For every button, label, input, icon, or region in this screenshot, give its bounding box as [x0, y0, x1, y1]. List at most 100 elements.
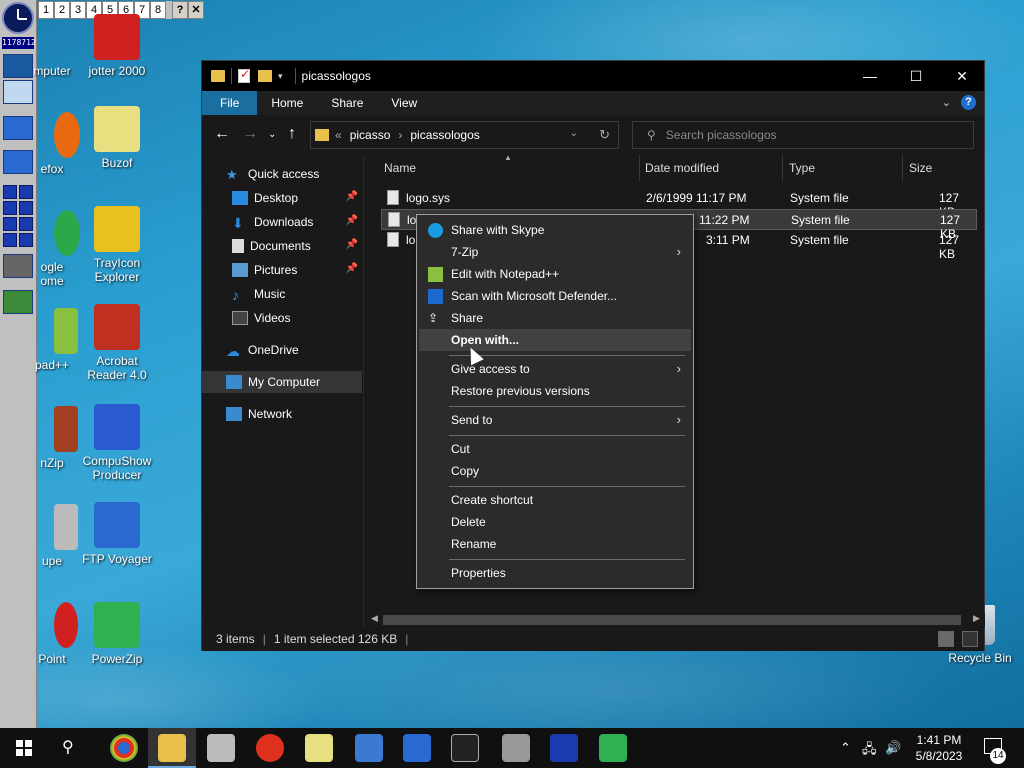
column-header-size[interactable]: Size: [903, 155, 983, 181]
column-header-date[interactable]: Date modified: [639, 155, 783, 181]
magnifier-taskbar-icon[interactable]: [207, 734, 235, 762]
breadcrumb-picasso[interactable]: picasso: [350, 128, 391, 142]
menu-item-share[interactable]: ⇪ Share: [419, 307, 691, 329]
menu-item-send-to[interactable]: Send to ›: [419, 409, 691, 431]
help-icon[interactable]: ?: [961, 95, 976, 110]
minimize-button[interactable]: —: [847, 61, 893, 91]
nav-my-computer[interactable]: My Computer: [202, 371, 362, 393]
menu-item-copy[interactable]: Copy: [419, 460, 691, 482]
nav-desktop[interactable]: Desktop 📌: [232, 187, 362, 209]
search-input[interactable]: [665, 128, 946, 142]
download-arrow-icon: ⬇: [232, 215, 244, 231]
expand-ribbon-icon[interactable]: ⌄: [942, 96, 951, 109]
menu-item-cut[interactable]: Cut: [419, 438, 691, 460]
horizontal-scrollbar[interactable]: ◀ ▶: [365, 613, 985, 627]
details-view-icon[interactable]: [938, 631, 954, 647]
menu-item-properties[interactable]: Properties: [419, 562, 691, 584]
terminal-taskbar-icon[interactable]: [451, 734, 479, 762]
rocket-taskbar-icon[interactable]: [256, 734, 284, 762]
menu-item-7zip[interactable]: 7-Zip ›: [419, 241, 691, 263]
customize-quick-access-icon[interactable]: ▾: [278, 71, 283, 82]
menu-item-rename[interactable]: Rename: [419, 533, 691, 555]
scroll-left-icon[interactable]: ◀: [371, 613, 378, 624]
monitor-icon[interactable]: [3, 80, 33, 104]
acrobat-icon: [94, 304, 140, 350]
search-icon[interactable]: ⚲: [62, 737, 74, 757]
scrollbar-thumb[interactable]: [383, 615, 961, 625]
windows-start-icon[interactable]: [16, 740, 32, 756]
volume-icon[interactable]: 🔊: [885, 740, 901, 756]
nav-music[interactable]: ♪ Music: [232, 283, 362, 305]
breadcrumb-picassologos[interactable]: picassologos: [410, 128, 479, 142]
help-button[interactable]: ?: [172, 1, 188, 19]
buzof-taskbar-icon[interactable]: [305, 734, 333, 762]
nav-network[interactable]: Network: [226, 403, 386, 425]
video-icon: [232, 311, 248, 325]
desktop-icon-trayicon[interactable]: TrayIcon Explorer: [77, 206, 157, 284]
nav-pictures[interactable]: Pictures 📌: [232, 259, 362, 281]
network-icon[interactable]: 🖧: [862, 740, 877, 762]
menu-item-notepad[interactable]: Edit with Notepad++: [419, 263, 691, 285]
ftp-taskbar-icon[interactable]: [403, 734, 431, 762]
desktop-icon-acrobat[interactable]: Acrobat Reader 4.0: [77, 304, 157, 382]
title-bar[interactable]: ▾ picassologos — ☐ ✕: [202, 61, 984, 91]
tab-view[interactable]: View: [377, 91, 431, 115]
item-count: 3 items: [216, 632, 255, 646]
tab-share[interactable]: Share: [317, 91, 377, 115]
file-explorer-taskbar-icon[interactable]: [148, 734, 196, 768]
column-header-name[interactable]: Name: [378, 155, 640, 181]
menu-item-give-access[interactable]: Give access to ›: [419, 358, 691, 380]
tab-home[interactable]: Home: [257, 91, 317, 115]
properties-icon[interactable]: [238, 67, 250, 83]
large-icons-view-icon[interactable]: [962, 631, 978, 647]
nav-quick-access[interactable]: ★ Quick access: [226, 163, 386, 185]
menu-item-share-skype[interactable]: Share with Skype: [419, 219, 691, 241]
submenu-arrow-icon: ›: [676, 244, 681, 259]
desktop-icon-powerzip[interactable]: PowerZip: [77, 602, 157, 666]
magnifier-icon: [54, 504, 78, 550]
table-row[interactable]: logo.sys 2/6/1999 11:17 PM System file 1…: [381, 188, 977, 219]
desktop-icon-ftp-voyager[interactable]: FTP Voyager: [77, 502, 157, 566]
desktop-icon-compushow[interactable]: CompuShow Producer: [77, 404, 157, 482]
nav-documents[interactable]: Documents 📌: [232, 235, 362, 257]
menu-item-restore[interactable]: Restore previous versions: [419, 380, 691, 402]
show-hidden-icons-icon[interactable]: ⌃: [840, 740, 851, 756]
compushow-icon: [94, 404, 140, 450]
system-clock[interactable]: 1:41 PM 5/8/2023: [904, 732, 974, 764]
up-arrow-icon[interactable]: ↑: [288, 125, 296, 143]
menu-item-defender[interactable]: Scan with Microsoft Defender...: [419, 285, 691, 307]
desktop-icon-jotter[interactable]: jotter 2000: [77, 14, 157, 78]
menu-item-open-with[interactable]: Open with...: [419, 329, 691, 351]
nav-downloads[interactable]: ⬇ Downloads 📌: [232, 211, 362, 233]
tab-file[interactable]: File: [202, 91, 258, 115]
desktop-icon-buzof[interactable]: Buzof: [77, 106, 157, 170]
close-window-button[interactable]: ✕: [939, 61, 985, 91]
scroll-right-icon[interactable]: ▶: [973, 613, 980, 624]
address-bar[interactable]: « picasso › picassologos ⌄ ↻: [310, 121, 619, 149]
address-dropdown-icon[interactable]: ⌄: [570, 128, 578, 139]
chrome-taskbar-icon[interactable]: [110, 734, 138, 762]
picture-icon: [232, 263, 248, 277]
refresh-icon[interactable]: ↻: [599, 127, 610, 143]
star-taskbar-icon[interactable]: [550, 734, 578, 762]
menu-item-create-shortcut[interactable]: Create shortcut: [419, 489, 691, 511]
folder-icon: [315, 129, 329, 141]
close-button[interactable]: ✕: [188, 1, 204, 19]
root-chevron[interactable]: «: [335, 128, 342, 142]
app-taskbar-icon[interactable]: [355, 734, 383, 762]
recent-locations-icon[interactable]: ⌄: [268, 129, 276, 140]
column-header-type[interactable]: Type: [783, 155, 903, 181]
powerpoint-icon: [54, 602, 78, 648]
nav-videos[interactable]: Videos: [232, 307, 362, 329]
paint-taskbar-icon[interactable]: [502, 734, 530, 762]
new-folder-icon[interactable]: [258, 70, 272, 82]
recycle-taskbar-icon[interactable]: [599, 734, 627, 762]
forward-arrow-icon[interactable]: →: [242, 125, 258, 143]
menu-item-delete[interactable]: Delete: [419, 511, 691, 533]
computer-icon: [226, 375, 242, 389]
window-title: picassologos: [301, 69, 371, 83]
maximize-button[interactable]: ☐: [893, 61, 939, 91]
nav-onedrive[interactable]: ☁ OneDrive: [226, 339, 386, 361]
search-box[interactable]: ⚲: [632, 121, 974, 149]
back-arrow-icon[interactable]: ←: [214, 125, 230, 143]
